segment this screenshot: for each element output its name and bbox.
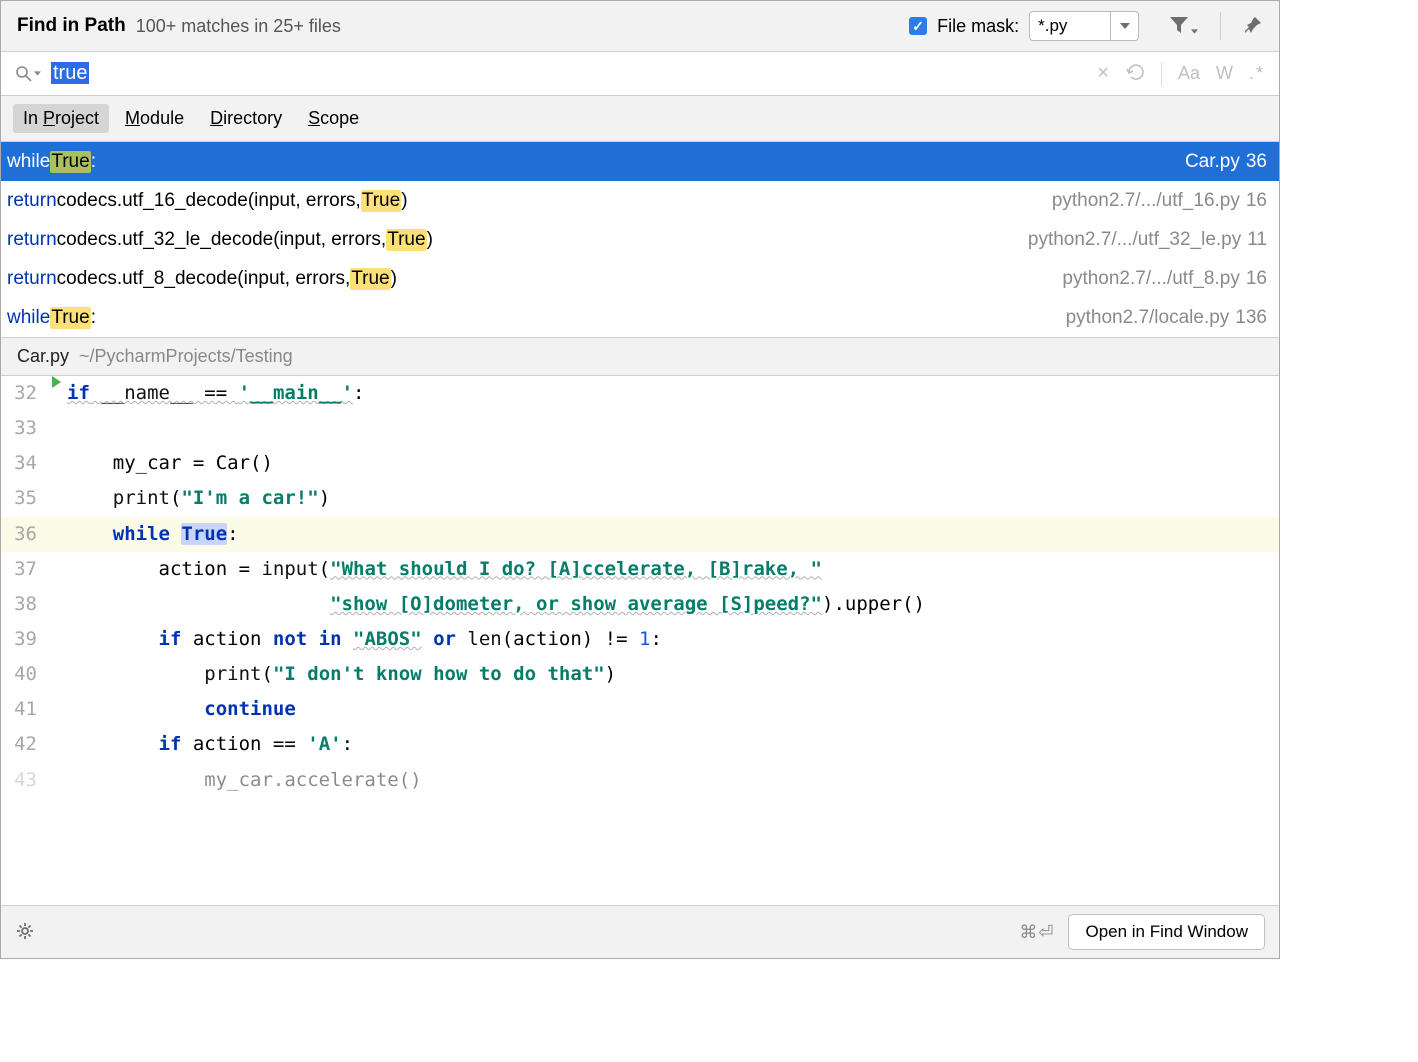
line-number: 32 [1,376,45,411]
line-number: 42 [1,727,45,762]
line-number: 40 [1,657,45,692]
dialog-title: Find in Path [17,15,126,37]
open-in-find-window-button[interactable]: Open in Find Window [1068,914,1265,950]
code-preview[interactable]: 32 if __name__ == '__main__': 33 34 my_c… [1,376,1279,905]
divider [1161,62,1162,86]
file-mask-label: File mask: [937,16,1019,37]
result-row[interactable]: while True: python2.7/locale.py136 [1,298,1279,337]
run-gutter-icon[interactable] [52,376,61,388]
file-mask-combo[interactable] [1029,11,1139,41]
gear-icon[interactable] [15,921,35,944]
line-number: 37 [1,552,45,587]
results-list: while True: Car.py36 return codecs.utf_1… [1,142,1279,337]
preview-filename: Car.py [17,346,69,367]
divider [1220,12,1221,40]
history-icon[interactable] [1125,63,1145,84]
shortcut-hint: ⌘⏎ [1019,922,1054,943]
file-mask-dropdown[interactable] [1110,12,1138,40]
line-number: 34 [1,446,45,481]
preview-header: Car.py ~/PycharmProjects/Testing [1,337,1279,376]
file-mask-input[interactable] [1030,12,1110,40]
file-mask-checkbox[interactable] [909,17,927,35]
line-number: 43 [1,763,45,798]
dialog-header: Find in Path 100+ matches in 25+ files F… [1,1,1279,52]
line-number: 39 [1,622,45,657]
line-number: 38 [1,587,45,622]
search-bar: true × Aa W .* [1,52,1279,96]
scope-tabs: In Project Module Directory Scope [1,96,1279,142]
result-row[interactable]: return codecs.utf_8_decode(input, errors… [1,259,1279,298]
tab-scope[interactable]: Scope [298,104,369,133]
clear-icon[interactable]: × [1097,62,1109,85]
preview-filepath: ~/PycharmProjects/Testing [79,346,293,367]
result-row[interactable]: return codecs.utf_16_decode(input, error… [1,181,1279,220]
line-number: 36 [1,517,45,552]
line-number: 33 [1,411,45,446]
dialog-footer: ⌘⏎ Open in Find Window [1,905,1279,958]
line-number: 35 [1,481,45,516]
tab-in-project[interactable]: In Project [13,104,109,133]
regex-toggle[interactable]: .* [1249,63,1265,84]
line-number: 41 [1,692,45,727]
search-input[interactable]: true [51,62,1097,85]
match-case-toggle[interactable]: Aa [1178,63,1200,84]
result-row[interactable]: while True: Car.py36 [1,142,1279,181]
pin-icon[interactable] [1243,15,1263,38]
search-icon[interactable] [15,65,41,83]
words-toggle[interactable]: W [1216,63,1233,84]
filter-icon[interactable] [1169,16,1198,37]
tab-module[interactable]: Module [115,104,194,133]
match-count: 100+ matches in 25+ files [136,16,341,37]
tab-directory[interactable]: Directory [200,104,292,133]
result-row[interactable]: return codecs.utf_32_le_decode(input, er… [1,220,1279,259]
